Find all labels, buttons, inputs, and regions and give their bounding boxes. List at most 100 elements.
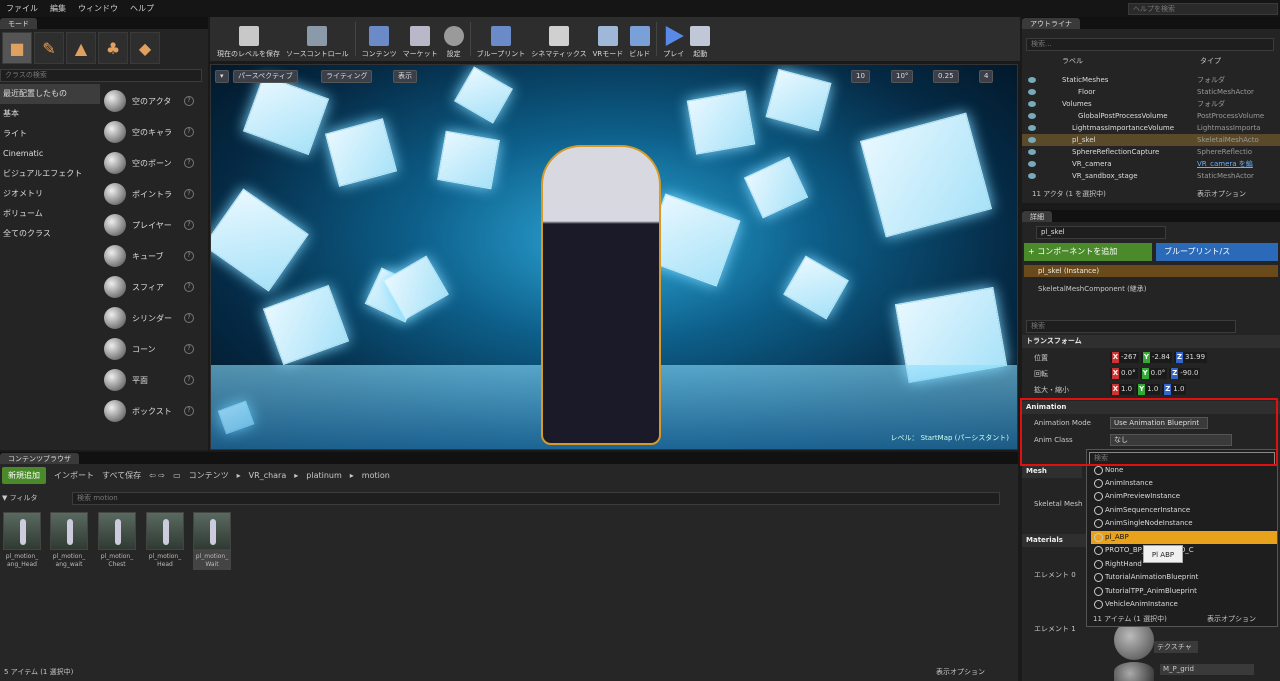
- popup-view-options[interactable]: 表示オプション: [1207, 614, 1256, 624]
- build-button[interactable]: ビルド: [626, 19, 653, 59]
- class-option[interactable]: AnimInstance: [1091, 477, 1277, 490]
- help-icon[interactable]: ?: [184, 127, 194, 137]
- category-vfx[interactable]: ビジュアルエフェクト: [0, 164, 100, 184]
- asset-tile[interactable]: pl_motion_ ang_Head: [3, 512, 41, 570]
- outliner-row[interactable]: Floor StaticMeshActor: [1022, 86, 1280, 98]
- actor-name-field[interactable]: pl_skel: [1036, 226, 1166, 239]
- landscape-mode-icon[interactable]: ▲: [66, 32, 96, 64]
- help-icon[interactable]: ?: [184, 189, 194, 199]
- vr-mode-button[interactable]: VRモード: [590, 19, 627, 59]
- location-fields[interactable]: X -267 Y -2.84 Z 31.99: [1110, 352, 1209, 363]
- foliage-mode-icon[interactable]: ♣: [98, 32, 128, 64]
- class-option[interactable]: RightHand: [1091, 558, 1277, 571]
- place-item[interactable]: ボックスト?: [102, 396, 194, 426]
- place-mode-icon[interactable]: ■: [2, 32, 32, 64]
- asset-tile[interactable]: pl_motion_ Chest: [98, 512, 136, 570]
- help-icon[interactable]: ?: [184, 344, 194, 354]
- material-thumbnail[interactable]: [1114, 662, 1154, 681]
- transform-section[interactable]: トランスフォーム: [1022, 335, 1280, 348]
- settings-button[interactable]: 設定: [441, 19, 467, 59]
- category-basic[interactable]: 基本: [0, 104, 100, 124]
- rotation-snap-value[interactable]: 10°: [891, 70, 914, 83]
- add-component-button[interactable]: + コンポーネントを追加: [1024, 243, 1152, 261]
- outliner-row[interactable]: LightmassImportanceVolume LightmassImport…: [1022, 122, 1280, 134]
- help-icon[interactable]: ?: [184, 282, 194, 292]
- asset-tile-selected[interactable]: pl_motion_ Wait: [193, 512, 231, 570]
- level-viewport[interactable]: ▾ パースペクティブ ライティング 表示 10 10° 0.25 4 レベル： …: [210, 64, 1018, 450]
- geometry-mode-icon[interactable]: ◆: [130, 32, 160, 64]
- outliner-search-input[interactable]: 検索...: [1026, 38, 1274, 51]
- category-lights[interactable]: ライト: [0, 124, 100, 144]
- details-search-input[interactable]: 検索: [1026, 320, 1236, 333]
- eye-icon[interactable]: [1028, 173, 1036, 179]
- mesh-section[interactable]: Mesh: [1022, 465, 1082, 478]
- class-option[interactable]: TutorialAnimationBlueprint: [1091, 571, 1277, 584]
- breadcrumb-platinum[interactable]: platinum: [306, 471, 342, 480]
- breadcrumb-content[interactable]: コンテンツ: [189, 470, 229, 481]
- outliner-row-selected[interactable]: pl_skel SkeletalMeshActo: [1022, 134, 1280, 146]
- menu-file[interactable]: ファイル: [0, 3, 44, 14]
- grid-snap-value[interactable]: 10: [851, 70, 870, 83]
- outliner-view-options[interactable]: 表示オプション: [1197, 189, 1246, 199]
- eye-icon[interactable]: [1028, 113, 1036, 119]
- category-volumes[interactable]: ボリューム: [0, 204, 100, 224]
- asset-search-input[interactable]: 検索 motion: [72, 492, 1000, 505]
- category-geometry[interactable]: ジオメトリ: [0, 184, 100, 204]
- show-button[interactable]: 表示: [393, 70, 417, 83]
- scale-fields[interactable]: X 1.0 Y 1.0 Z 1.0: [1110, 384, 1188, 395]
- place-item[interactable]: 空のアクタ?: [102, 86, 194, 116]
- asset-tile[interactable]: pl_motion_ Head: [146, 512, 184, 570]
- skeletal-mesh-component[interactable]: SkeletalMeshComponent (継承): [1038, 284, 1147, 294]
- help-icon[interactable]: ?: [184, 96, 194, 106]
- instance-row[interactable]: pl_skel (Instance): [1024, 265, 1278, 277]
- lighting-button[interactable]: ライティング: [321, 70, 373, 83]
- source-control-button[interactable]: ソースコントロール: [283, 19, 352, 59]
- eye-icon[interactable]: [1028, 77, 1036, 83]
- breadcrumb-vr-chara[interactable]: VR_chara: [249, 471, 287, 480]
- help-icon[interactable]: ?: [184, 220, 194, 230]
- outliner-row[interactable]: VR_camera VR_camera を編: [1022, 158, 1280, 170]
- help-icon[interactable]: ?: [184, 375, 194, 385]
- class-option-selected[interactable]: pl_ABP: [1091, 531, 1277, 544]
- class-option[interactable]: AnimSequencerInstance: [1091, 504, 1277, 517]
- outliner-row[interactable]: Volumes フォルダ: [1022, 98, 1280, 110]
- column-label[interactable]: ラベル: [1062, 56, 1083, 66]
- menu-help[interactable]: ヘルプ: [124, 3, 160, 14]
- class-option[interactable]: VehicleAnimInstance: [1091, 598, 1277, 611]
- tab-outliner[interactable]: アウトライナ: [1022, 18, 1080, 29]
- outliner-row[interactable]: SphereReflectionCapture SphereReflectio: [1022, 146, 1280, 158]
- place-item[interactable]: シリンダー?: [102, 303, 194, 333]
- view-options-button[interactable]: 表示オプション: [936, 667, 985, 677]
- eye-icon[interactable]: [1028, 101, 1036, 107]
- filter-button[interactable]: ▼ フィルタ: [2, 492, 70, 505]
- place-item[interactable]: コーン?: [102, 334, 194, 364]
- help-icon[interactable]: ?: [184, 406, 194, 416]
- save-level-button[interactable]: 現在のレベルを保存: [214, 19, 283, 59]
- class-option[interactable]: TutorialTPP_AnimBlueprint: [1091, 585, 1277, 598]
- eye-icon[interactable]: [1028, 89, 1036, 95]
- place-item[interactable]: キューブ?: [102, 241, 194, 271]
- class-search-input[interactable]: クラスの検索: [0, 69, 202, 82]
- help-icon[interactable]: ?: [184, 313, 194, 323]
- outliner-row[interactable]: GlobalPostProcessVolume PostProcessVolume: [1022, 110, 1280, 122]
- tab-details[interactable]: 詳細: [1022, 211, 1052, 222]
- eye-icon[interactable]: [1028, 161, 1036, 167]
- breadcrumb-motion[interactable]: motion: [362, 471, 390, 480]
- asset-tile[interactable]: pl_motion_ ang_wait: [50, 512, 88, 570]
- place-item[interactable]: 空のキャラ?: [102, 117, 194, 147]
- nav-arrows[interactable]: ⇦ ⇨: [149, 471, 165, 480]
- texture-button[interactable]: テクスチャ: [1154, 641, 1198, 653]
- character-mesh[interactable]: [541, 145, 661, 445]
- scale-snap-value[interactable]: 0.25: [933, 70, 959, 83]
- launch-button[interactable]: 起動: [687, 19, 713, 59]
- help-icon[interactable]: ?: [184, 158, 194, 168]
- perspective-button[interactable]: パースペクティブ: [233, 70, 298, 83]
- eye-icon[interactable]: [1028, 125, 1036, 131]
- outliner-row[interactable]: VR_sandbox_stage StaticMeshActor: [1022, 170, 1280, 182]
- camera-speed-value[interactable]: 4: [979, 70, 994, 83]
- content-button[interactable]: コンテンツ: [359, 19, 400, 59]
- category-all-classes[interactable]: 全てのクラス: [0, 224, 100, 244]
- eye-icon[interactable]: [1028, 137, 1036, 143]
- tab-content-browser[interactable]: コンテンツブラウザ: [0, 453, 79, 464]
- add-new-button[interactable]: 新規追加: [2, 466, 46, 484]
